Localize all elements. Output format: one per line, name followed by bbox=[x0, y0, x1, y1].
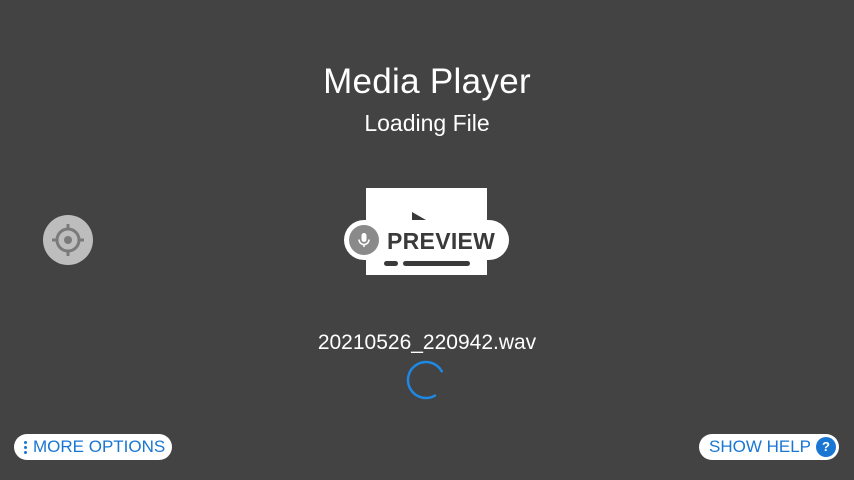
help-icon: ? bbox=[816, 437, 836, 457]
thumbnail-line bbox=[403, 261, 470, 266]
loading-status: Loading File bbox=[364, 110, 490, 136]
target-button[interactable] bbox=[43, 215, 93, 265]
more-options-button[interactable]: MORE OPTIONS bbox=[14, 434, 172, 460]
media-player-screen: Media Player Loading File PREVIEW 202105… bbox=[0, 0, 854, 480]
crosshair-target-icon bbox=[52, 224, 84, 256]
show-help-label: SHOW HELP bbox=[709, 437, 812, 456]
file-name: 20210526_220942.wav bbox=[317, 331, 537, 354]
microphone-icon bbox=[349, 225, 379, 255]
app-title: Media Player bbox=[323, 62, 531, 101]
vertical-dots-icon bbox=[24, 441, 27, 455]
loading-spinner bbox=[406, 360, 446, 400]
thumbnail-line bbox=[384, 261, 398, 266]
preview-label: PREVIEW bbox=[387, 228, 496, 254]
more-options-label: MORE OPTIONS bbox=[33, 437, 166, 456]
preview-button[interactable]: PREVIEW bbox=[344, 220, 509, 260]
show-help-button[interactable]: SHOW HELP ? bbox=[699, 434, 839, 460]
